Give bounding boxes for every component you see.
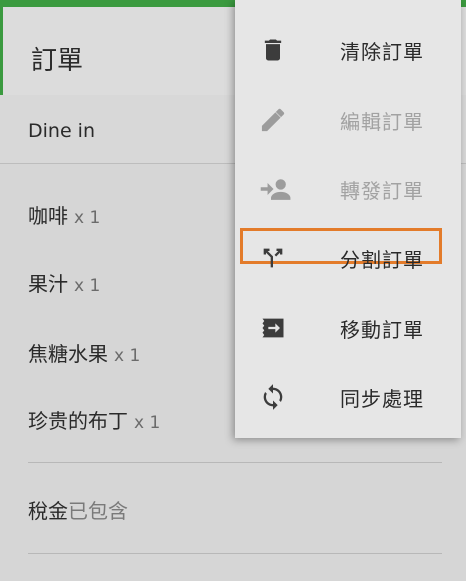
item-name: 果汁 — [28, 272, 68, 296]
tax-label: 稅金 — [28, 499, 68, 523]
pencil-icon — [259, 106, 287, 132]
menu-item-label: 同步處理 — [340, 387, 424, 411]
sync-icon — [259, 383, 287, 410]
item-qty: x 1 — [74, 276, 101, 296]
order-options-menu: 清除訂單 編輯訂單 轉發訂單 分割訂單 移動訂單 同步處理 — [235, 0, 461, 438]
item-name: 咖啡 — [28, 204, 68, 228]
menu-item-clear-order[interactable]: 清除訂單 — [235, 14, 461, 83]
list-item[interactable]: 珍贵的布丁 x 1 — [28, 405, 160, 434]
divider — [28, 553, 442, 554]
menu-item-label: 清除訂單 — [340, 40, 424, 64]
menu-item-sync[interactable]: 同步處理 — [235, 361, 461, 430]
split-icon — [259, 244, 287, 270]
page-title: 訂單 — [31, 46, 84, 76]
list-item[interactable]: 果汁 x 1 — [28, 268, 100, 297]
item-qty: x 1 — [74, 208, 101, 228]
trash-icon — [259, 36, 287, 62]
list-item[interactable]: 焦糖水果 x 1 — [28, 338, 140, 367]
menu-item-label: 移動訂單 — [340, 318, 424, 342]
order-mode: Dine in — [28, 120, 96, 142]
tax-row: 稅金已包含 — [28, 495, 128, 524]
menu-item-label: 分割訂單 — [340, 248, 424, 272]
menu-item-label: 轉發訂單 — [340, 179, 424, 203]
menu-item-edit-order[interactable]: 編輯訂單 — [235, 84, 461, 153]
item-name: 珍贵的布丁 — [28, 409, 128, 433]
forward-user-icon — [259, 175, 291, 201]
menu-item-forward-order[interactable]: 轉發訂單 — [235, 153, 461, 222]
menu-item-label: 編輯訂單 — [340, 110, 424, 134]
list-item[interactable]: 咖啡 x 1 — [28, 200, 100, 229]
move-ticket-icon — [259, 314, 287, 340]
menu-item-split-order[interactable]: 分割訂單 — [235, 222, 461, 291]
tax-status: 已包含 — [68, 499, 128, 523]
item-name: 焦糖水果 — [28, 342, 108, 366]
divider — [28, 462, 442, 463]
menu-item-move-order[interactable]: 移動訂單 — [235, 292, 461, 361]
item-qty: x 1 — [114, 346, 141, 366]
item-qty: x 1 — [134, 413, 161, 433]
